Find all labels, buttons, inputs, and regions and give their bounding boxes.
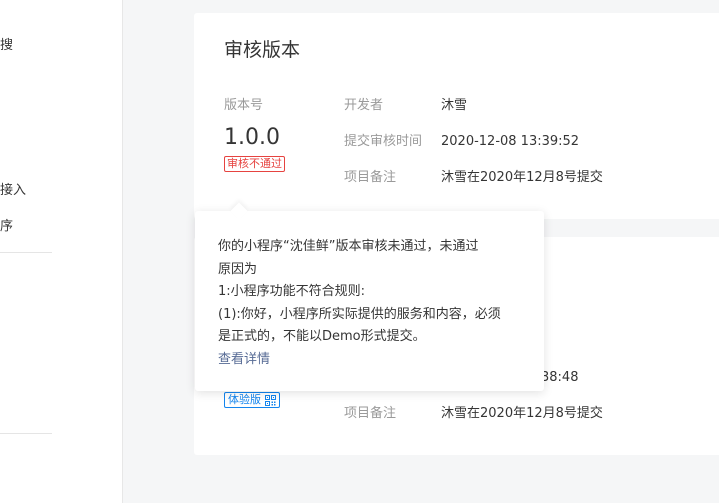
review-card-title: 审核版本 [224, 39, 301, 61]
view-details-link[interactable]: 查看详情 [218, 349, 521, 372]
sidebar-item-access[interactable]: 接入 [0, 183, 26, 199]
developer-value: 沐雪 [441, 98, 468, 113]
trial-submit-time-value: 38:48 [541, 370, 579, 385]
trial-version-badge[interactable]: 体验版 [224, 392, 280, 408]
qrcode-icon[interactable] [265, 394, 276, 406]
rejection-reason-detail: 是正式的，不能以Demo形式提交。 [218, 329, 426, 344]
sidebar-divider [0, 252, 52, 253]
sidebar: 搜 接入 序 [0, 0, 123, 503]
version-number: 1.0.0 [224, 125, 280, 150]
sidebar-item-program[interactable]: 序 [0, 219, 13, 235]
version-label: 版本号 [224, 98, 264, 113]
rejection-message-line: 原因为 [218, 261, 258, 277]
rejection-reason-popover: 你的小程序“沈佳鲜”版本审核未通过，未通过 原因为 1:小程序功能不符合规则: … [195, 202, 544, 391]
review-rejected-badge[interactable]: 审核不通过 [224, 156, 285, 172]
remark-label: 项目备注 [344, 170, 397, 185]
rejection-reason-title: 1:小程序功能不符合规则: [218, 284, 366, 299]
trial-remark-value: 沐雪在2020年12月8号提交 [441, 406, 603, 421]
submit-time-value: 2020-12-08 13:39:52 [441, 134, 580, 149]
review-version-card: 审核版本 版本号 1.0.0 审核不通过 开发者 沐雪 提交审核时间 2020-… [194, 13, 719, 219]
sidebar-divider [0, 433, 52, 434]
developer-label: 开发者 [344, 98, 384, 113]
submit-time-label: 提交审核时间 [344, 134, 423, 149]
sidebar-item-search[interactable]: 搜 [0, 38, 13, 54]
remark-value: 沐雪在2020年12月8号提交 [441, 170, 603, 185]
trial-remark-label: 项目备注 [344, 406, 397, 421]
trial-badge-label: 体验版 [228, 393, 261, 406]
rejection-message-line: 你的小程序“沈佳鲜”版本审核未通过，未通过 [218, 239, 479, 254]
rejection-reason-detail: (1):你好，小程序所实际提供的服务和内容，必须 [218, 306, 501, 322]
